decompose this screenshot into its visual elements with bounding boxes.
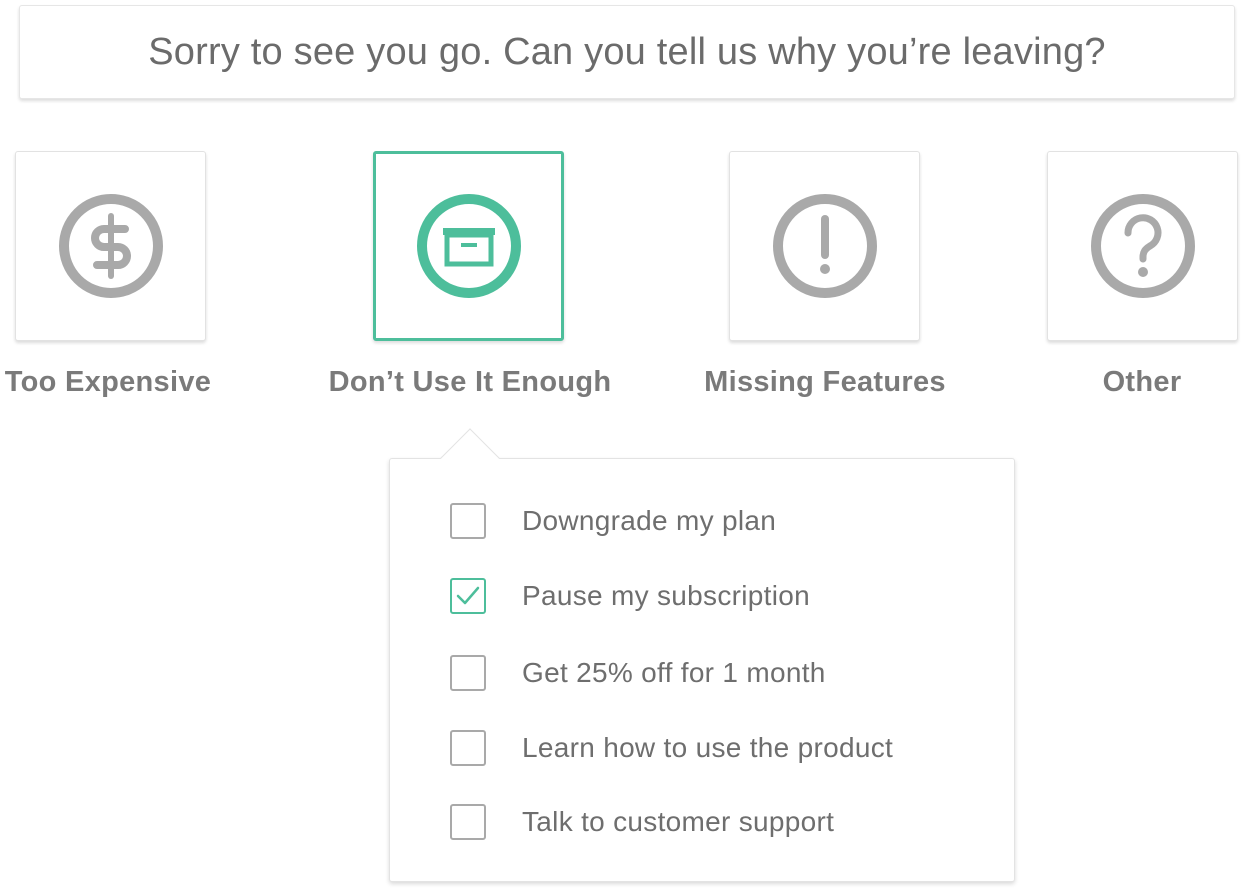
option-label: Learn how to use the product	[522, 732, 894, 763]
cancellation-survey: Sorry to see you go. Can you tell us why…	[0, 0, 1244, 892]
exclamation-icon	[772, 194, 877, 298]
reason-label-missing-features: Missing Features	[704, 366, 946, 398]
option-label: Pause my subscription	[522, 580, 810, 611]
checkbox-unchecked[interactable]	[450, 730, 486, 766]
popover-arrow	[440, 428, 500, 459]
option-label: Downgrade my plan	[522, 505, 777, 536]
reason-label-other: Other	[1102, 366, 1182, 398]
reason-card-too-expensive[interactable]	[15, 151, 206, 341]
checkbox-unchecked[interactable]	[450, 804, 486, 840]
option-discount-offer[interactable]: Get 25% off for 1 month	[450, 654, 826, 692]
option-label: Get 25% off for 1 month	[522, 657, 826, 688]
option-downgrade-plan[interactable]: Downgrade my plan	[450, 502, 776, 540]
reason-card-dont-use-it-enough[interactable]	[373, 151, 564, 341]
dollar-icon	[58, 194, 163, 298]
option-customer-support[interactable]: Talk to customer support	[450, 803, 834, 841]
reason-label-dont-use-it-enough: Don’t Use It Enough	[328, 366, 612, 398]
checkmark-icon	[456, 586, 480, 605]
option-pause-subscription[interactable]: Pause my subscription	[450, 577, 810, 615]
reason-label-too-expensive: Too Expensive	[4, 366, 212, 398]
checkbox-unchecked[interactable]	[450, 655, 486, 691]
reason-card-missing-features[interactable]	[729, 151, 920, 341]
reason-card-other[interactable]	[1047, 151, 1238, 341]
archive-box-icon	[416, 194, 521, 298]
checkbox-unchecked[interactable]	[450, 503, 486, 539]
header-card: Sorry to see you go. Can you tell us why…	[19, 5, 1235, 99]
option-label: Talk to customer support	[522, 806, 835, 837]
question-icon	[1090, 194, 1195, 298]
checkbox-checked[interactable]	[450, 578, 486, 614]
page-title: Sorry to see you go. Can you tell us why…	[148, 30, 1106, 73]
option-learn-product[interactable]: Learn how to use the product	[450, 729, 893, 767]
